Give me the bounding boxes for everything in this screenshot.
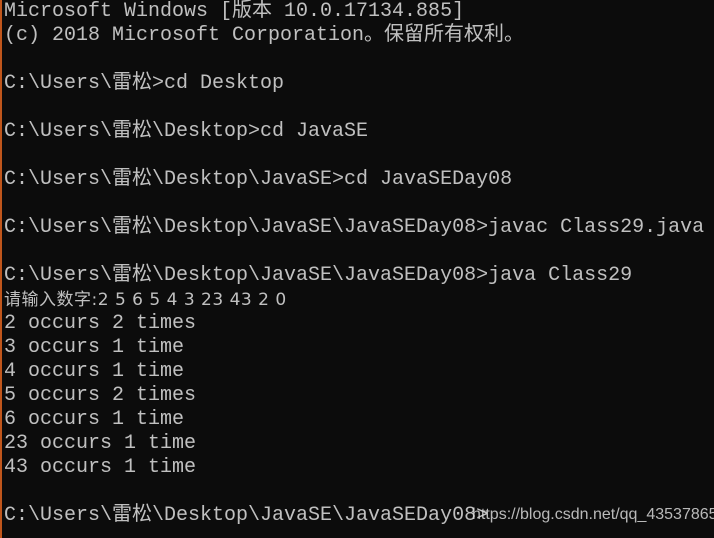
console-line: C:\Users\雷松\Desktop\JavaSE>cd JavaSEDay0… xyxy=(4,168,513,191)
console-line: 2 occurs 2 times xyxy=(4,312,197,335)
console-line: (c) 2018 Microsoft Corporation。保留所有权利。 xyxy=(4,24,525,47)
console-input-line: 请输入数字:2 5 6 5 4 3 23 43 2 0 xyxy=(4,290,287,310)
console-line: 5 occurs 2 times xyxy=(4,384,197,407)
console-line: 43 occurs 1 time xyxy=(4,456,197,479)
watermark: https://blog.csdn.net/qq_43537865 xyxy=(472,506,714,523)
console-line: C:\Users\雷松\Desktop\JavaSE\JavaSEDay08>j… xyxy=(4,264,633,287)
console-line: C:\Users\雷松>cd Desktop xyxy=(4,72,285,95)
console-line: 6 occurs 1 time xyxy=(4,408,185,431)
console-line: 4 occurs 1 time xyxy=(4,360,185,383)
console-prompt-line[interactable]: C:\Users\雷松\Desktop\JavaSE\JavaSEDay08> xyxy=(4,504,488,528)
console-line: C:\Users\雷松\Desktop\JavaSE\JavaSEDay08>j… xyxy=(4,216,705,239)
console-line: Microsoft Windows [版本 10.0.17134.885] xyxy=(4,0,465,23)
console-line: C:\Users\雷松\Desktop>cd JavaSE xyxy=(4,120,369,143)
console-line: 3 occurs 1 time xyxy=(4,336,185,359)
console-line: 23 occurs 1 time xyxy=(4,432,197,455)
console-window[interactable]: Microsoft Windows [版本 10.0.17134.885] (c… xyxy=(0,0,714,538)
